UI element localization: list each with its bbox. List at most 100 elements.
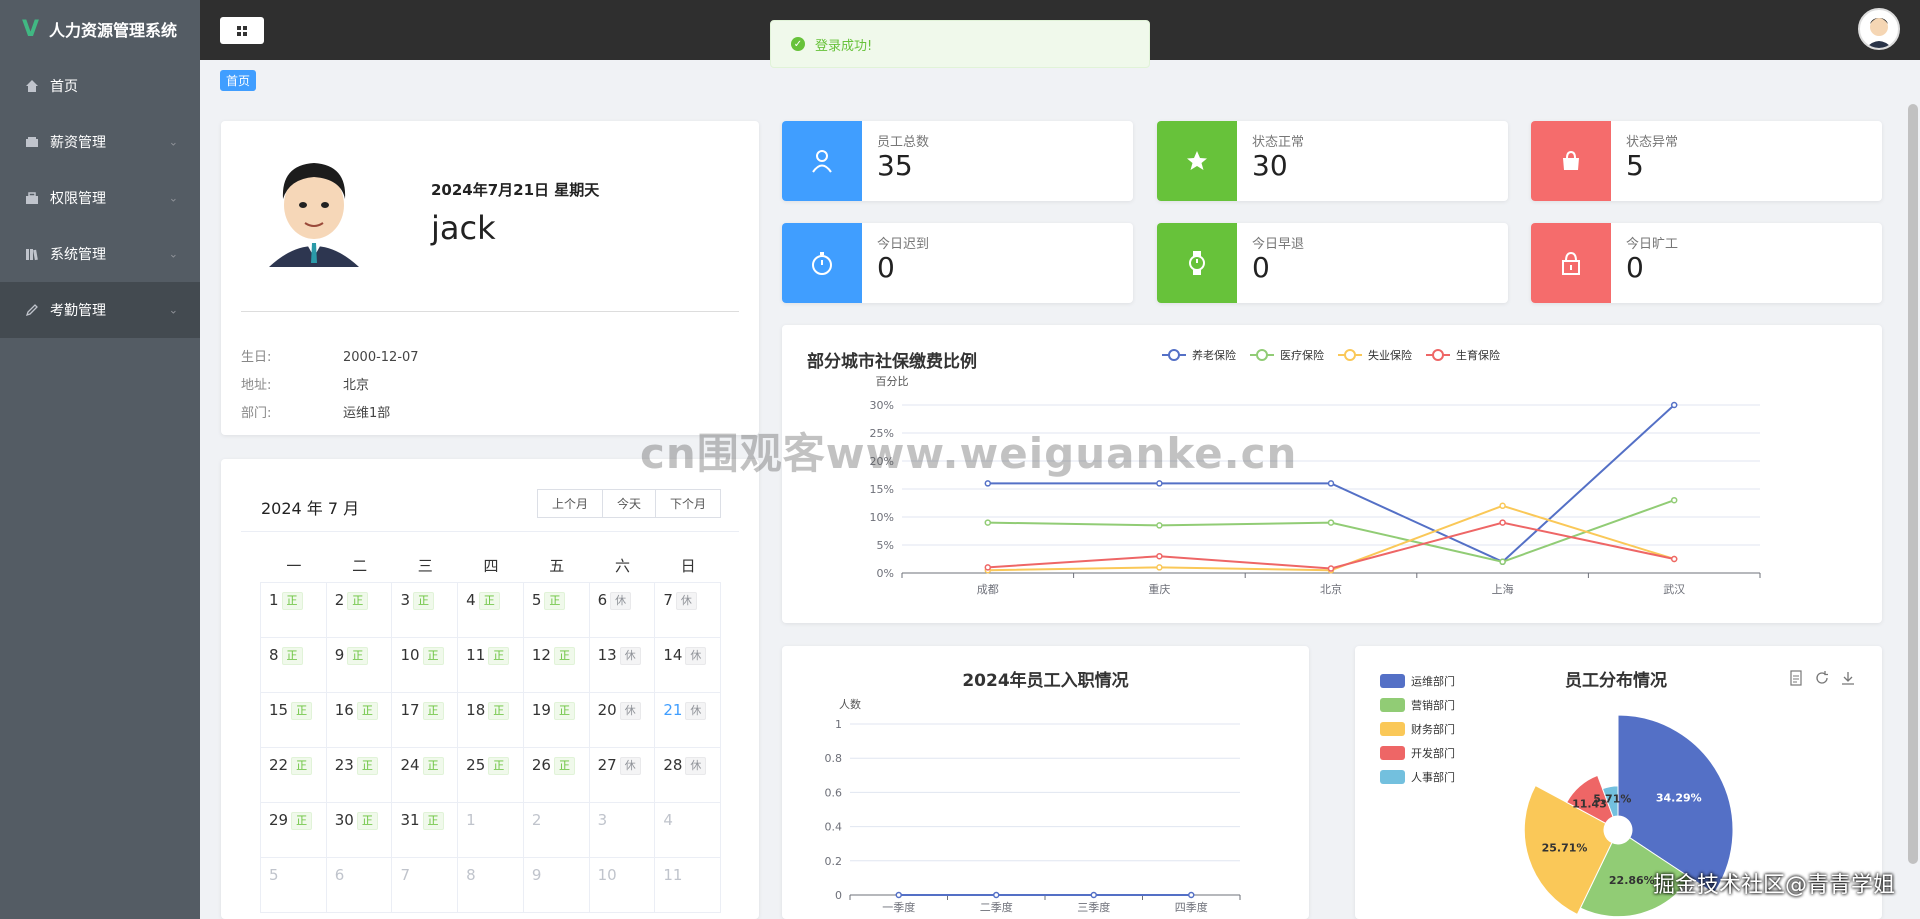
sidebar-item-label: 首页 [50,79,78,95]
calendar-day-cell[interactable]: 22 正 [260,747,327,803]
legend-item: 生育保险 [1426,348,1500,362]
calendar-day-cell[interactable]: 28 休 [654,747,722,803]
data-point [1156,480,1163,487]
calendar-day-cell[interactable]: 15 正 [260,692,327,748]
calendar-day-cell[interactable]: 12 正 [522,637,590,693]
stat-card-early-leave[interactable]: 今日早退 0 [1157,223,1508,303]
calendar-day-cell[interactable]: 13 休 [588,637,656,693]
collapse-sidebar-button[interactable] [220,17,264,44]
calendar-day-cell[interactable]: 31 正 [391,802,459,858]
calendar-day-cell[interactable]: 24 正 [391,747,459,803]
calendar-day-cell[interactable]: 6 [325,857,393,913]
home-icon [24,78,40,94]
next-month-button[interactable]: 下个月 [654,489,721,518]
calendar-day-cell[interactable]: 11 [654,857,722,913]
x-tick-label: 三季度 [1077,900,1110,914]
stat-card-late[interactable]: 今日迟到 0 [782,223,1133,303]
calendar-day-cell[interactable]: 17 正 [391,692,459,748]
day-number: 25 [466,756,486,774]
day-number: 28 [663,756,683,774]
vue-logo-icon: V [22,16,40,42]
calendar-day-cell[interactable]: 18 正 [457,692,524,748]
day-status-tag: 休 [685,757,707,775]
calendar-day-cell[interactable]: 5 [260,857,327,913]
user-avatar[interactable] [1858,8,1900,50]
stat-card-total[interactable]: 员工总数 35 [782,121,1133,201]
calendar-day-cell[interactable]: 10 [588,857,656,913]
profile-address-row: 地址: 北京 [241,374,369,393]
calendar-day-cell[interactable]: 25 正 [457,747,524,803]
calendar-day-cell[interactable]: 7休 [654,582,722,638]
legend-label: 运维部门 [1411,674,1455,688]
prev-month-button[interactable]: 上个月 [536,489,603,518]
legend-swatch [1380,722,1405,736]
calendar-day-cell[interactable]: 16 正 [325,692,393,748]
calendar-day-cell[interactable]: 30 正 [325,802,393,858]
calendar-day-cell[interactable]: 3正 [391,582,459,638]
today-button[interactable]: 今天 [601,489,656,518]
slice-label: 5.71% [1593,793,1631,806]
calendar-day-cell[interactable]: 10 正 [391,637,459,693]
calendar-day-cell[interactable]: 7 [391,857,459,913]
calendar-day-cell[interactable]: 23 正 [325,747,393,803]
calendar-day-cell[interactable]: 29 正 [260,802,327,858]
day-number: 3 [597,811,608,829]
calendar-day-cell[interactable]: 1正 [260,582,327,638]
day-number: 11 [466,646,486,664]
stat-label: 今日迟到 [877,237,930,252]
calendar-day-cell[interactable]: 9正 [325,637,393,693]
x-tick-label: 重庆 [1148,582,1170,596]
calendar-day-cell[interactable]: 14 休 [654,637,722,693]
sidebar-item-attendance[interactable]: 考勤管理 ⌄ [0,282,200,338]
day-number: 8 [466,866,476,884]
legend-item: 开发部门 [1380,746,1455,760]
y-tick-label: 0.8 [825,752,843,765]
stat-label: 员工总数 [877,135,930,150]
day-status-tag: 休 [619,757,641,775]
calendar-day-cell[interactable]: 8正 [260,637,327,693]
day-status-tag: 休 [619,702,641,720]
calendar-day-cell[interactable]: 4正 [457,582,524,638]
calendar-day-cell[interactable]: 21 休 [654,692,722,748]
calendar-day-cell[interactable]: 27 休 [588,747,656,803]
calendar-day-cell[interactable]: 6休 [588,582,656,638]
series-line [987,499,1675,563]
calendar-card: 2024 年 7 月 上个月 今天 下个月 一 二 三 四 五 六 日 1正2正… [221,459,759,919]
sidebar-item-home[interactable]: 首页 [0,58,200,114]
sidebar-item-salary[interactable]: 薪资管理 ⌄ [0,114,200,170]
page-scrollbar[interactable] [1908,104,1918,864]
calendar-day-cell[interactable]: 20 休 [588,692,656,748]
calendar-day-cell[interactable]: 3 [588,802,656,858]
calendar-week-row: 5 6 7 8 9 10 11 [260,857,722,913]
stat-card-abnormal[interactable]: 状态异常 5 [1531,121,1882,201]
weekday-label: 一 [286,557,302,575]
calendar-day-cell[interactable]: 26 正 [522,747,590,803]
calendar-day-cell[interactable]: 4 [654,802,722,858]
app-logo[interactable]: V 人力资源管理系统 [0,0,200,58]
calendar-week-row: 1正2正3正4正5正6休7休 [260,582,722,638]
sidebar-item-permission[interactable]: 权限管理 ⌄ [0,170,200,226]
calendar-day-cell[interactable]: 5正 [522,582,590,638]
sidebar-item-label: 考勤管理 [50,303,106,319]
sidebar-item-system[interactable]: 系统管理 ⌄ [0,226,200,282]
stat-card-normal[interactable]: 状态正常 30 [1157,121,1508,201]
calendar-day-cell[interactable]: 1 [457,802,524,858]
day-number: 10 [597,866,617,884]
calendar-day-cell[interactable]: 9 [522,857,590,913]
y-tick-label: 15% [870,483,894,496]
calendar-day-cell[interactable]: 2 [522,802,590,858]
calendar-day-cell[interactable]: 2正 [325,582,393,638]
bag-icon [1531,121,1611,201]
calendar-week-row: 22 正 23 正 24 正 25 正 26 正 27 休 28 休 [260,747,722,803]
weekday-label: 四 [483,557,499,575]
stat-card-absent[interactable]: 今日旷工 0 [1531,223,1882,303]
breadcrumb-tag-home[interactable]: 首页 [220,70,257,91]
day-number: 3 [400,591,410,609]
calendar-day-cell[interactable]: 11 正 [457,637,524,693]
y-tick-label: 10% [870,511,894,524]
weekday-label: 日 [680,557,696,575]
calendar-day-cell[interactable]: 19 正 [522,692,590,748]
day-status-tag: 正 [412,592,434,610]
calendar-day-cell[interactable]: 8 [457,857,524,913]
profile-divider [241,311,739,312]
